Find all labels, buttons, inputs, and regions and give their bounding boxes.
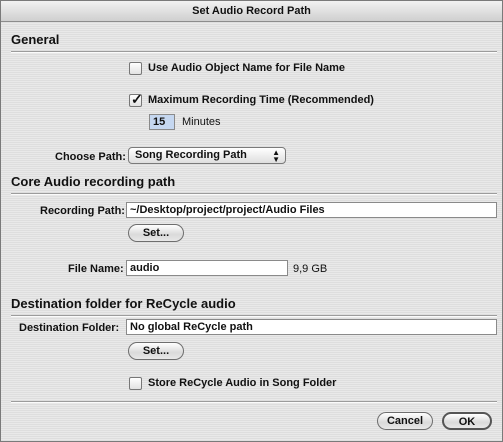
recycle-heading: Destination folder for ReCycle audio — [11, 296, 236, 311]
recording-path-label: Recording Path: — [40, 205, 125, 217]
core-audio-divider — [11, 193, 497, 195]
window-title: Set Audio Record Path — [1, 1, 502, 22]
choose-path-label: Choose Path: — [55, 151, 126, 163]
checkmark-icon: ✓ — [131, 91, 143, 107]
max-recording-time-checkbox[interactable]: ✓ — [129, 91, 143, 107]
max-recording-time-label[interactable]: Maximum Recording Time (Recommended) — [148, 94, 374, 106]
store-in-song-folder-checkbox[interactable] — [129, 377, 142, 390]
minutes-unit-label: Minutes — [182, 116, 221, 128]
general-divider — [11, 51, 497, 53]
destination-set-button[interactable]: Set... — [128, 342, 184, 360]
core-audio-heading: Core Audio recording path — [11, 174, 176, 189]
choose-path-value: Song Recording Path — [135, 149, 247, 161]
popup-arrows-icon: ▲ ▼ — [272, 148, 280, 164]
recording-path-set-button[interactable]: Set... — [128, 224, 184, 242]
choose-path-popup[interactable]: Song Recording Path ▲ ▼ — [128, 147, 286, 164]
destination-folder-field[interactable]: No global ReCycle path — [126, 319, 497, 335]
footer-divider — [11, 401, 497, 403]
cancel-button[interactable]: Cancel — [377, 412, 433, 430]
file-name-input[interactable]: audio — [126, 260, 288, 276]
ok-button[interactable]: OK — [442, 412, 492, 430]
recording-path-field[interactable]: ~/Desktop/project/project/Audio Files — [126, 202, 497, 218]
file-name-label: File Name: — [68, 263, 124, 275]
use-object-name-checkbox[interactable] — [129, 62, 142, 75]
minutes-input[interactable]: 15 — [149, 114, 175, 130]
destination-folder-label: Destination Folder: — [19, 322, 120, 334]
free-space-text: 9,9 GB — [293, 263, 328, 275]
general-heading: General — [11, 32, 60, 47]
store-in-song-folder-label[interactable]: Store ReCycle Audio in Song Folder — [148, 377, 336, 389]
dialog-window: Set Audio Record Path General Use Audio … — [0, 0, 503, 442]
recycle-divider — [11, 315, 497, 317]
use-object-name-label[interactable]: Use Audio Object Name for File Name — [148, 62, 345, 74]
